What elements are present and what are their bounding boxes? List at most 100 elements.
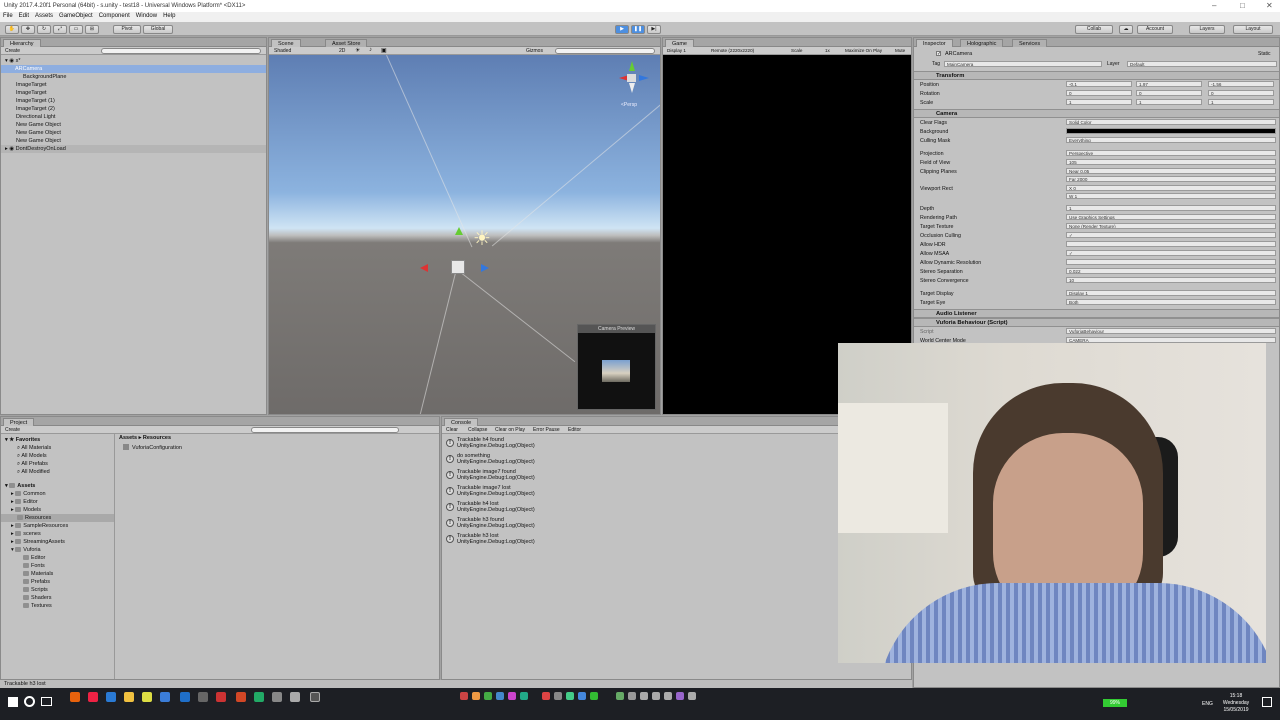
hierarchy-item[interactable]: ImageTarget xyxy=(1,89,266,97)
static-toggle[interactable]: Static xyxy=(1258,51,1271,57)
menu-component[interactable]: Component xyxy=(96,12,133,19)
unity-editor-icon[interactable] xyxy=(310,692,320,702)
create-dropdown[interactable]: Create xyxy=(5,48,20,54)
play-button[interactable]: ▶ xyxy=(615,25,629,34)
folder-item[interactable]: Editor xyxy=(1,554,114,562)
app-icon[interactable] xyxy=(106,692,116,702)
scene-search-input[interactable] xyxy=(555,48,655,54)
console-log-entry[interactable]: Trackable h3 lost UnityEngine.Debug:Log(O… xyxy=(457,533,535,545)
cortana-icon[interactable] xyxy=(24,696,35,707)
pivot-toggle[interactable]: Pivot xyxy=(113,25,141,34)
menu-edit[interactable]: Edit xyxy=(16,12,32,19)
file-explorer-icon[interactable] xyxy=(124,692,134,702)
tray-icon[interactable] xyxy=(616,692,624,700)
favorites-row[interactable]: ▾ ★ Favorites xyxy=(1,436,114,444)
scale-tool-icon[interactable]: ⤢ xyxy=(53,25,67,34)
gizmo-cube-icon[interactable] xyxy=(627,74,636,82)
powerpoint-icon[interactable] xyxy=(236,692,246,702)
favorite-item[interactable]: ⌕ All Modified xyxy=(1,468,114,476)
camera-field-value[interactable]: 1 xyxy=(1066,205,1276,211)
whatsapp-icon[interactable] xyxy=(590,692,598,700)
menu-file[interactable]: File xyxy=(0,12,16,19)
favorite-item[interactable]: ⌕ All Materials xyxy=(1,444,114,452)
display-dropdown[interactable]: Display 1 xyxy=(667,48,686,53)
tray-icon[interactable] xyxy=(520,692,528,700)
rotate-tool-icon[interactable]: ↻ xyxy=(37,25,51,34)
console-log-entry[interactable]: Trackable h3 found UnityEngine.Debug:Log(… xyxy=(457,517,535,529)
global-toggle[interactable]: Global xyxy=(143,25,173,34)
camera-field-value[interactable]: 105 xyxy=(1066,159,1276,165)
move-tool-icon[interactable]: ✥ xyxy=(21,25,35,34)
x-axis-handle-icon[interactable] xyxy=(420,264,428,272)
camera-field-value[interactable]: X 0 xyxy=(1066,185,1276,191)
directional-light-icon[interactable]: ☀ xyxy=(473,226,491,251)
tab-holographic[interactable]: Holographic xyxy=(960,39,1004,47)
tag-dropdown[interactable]: MainCamera xyxy=(944,61,1102,67)
tab-inspector[interactable]: Inspector xyxy=(916,39,953,47)
tray-icon[interactable] xyxy=(508,692,516,700)
rotation-y[interactable]: 0 xyxy=(1136,90,1202,96)
camera-field-value[interactable]: Everything xyxy=(1066,137,1276,143)
rect-tool-icon[interactable]: ▭ xyxy=(69,25,83,34)
pause-button[interactable]: ❚❚ xyxy=(631,25,645,34)
scale-x[interactable]: 1 xyxy=(1066,99,1132,105)
breadcrumb-item[interactable]: Resources xyxy=(143,435,171,441)
z-axis-handle-icon[interactable] xyxy=(481,264,489,272)
camera-field-value[interactable]: Display 1 xyxy=(1066,290,1276,296)
y-axis-handle-icon[interactable] xyxy=(455,227,463,235)
hierarchy-item[interactable]: ImageTarget (2) xyxy=(1,105,266,113)
camera-field-value[interactable]: W 1 xyxy=(1066,193,1276,199)
camera-field-value[interactable]: Solid Color xyxy=(1066,119,1276,125)
hierarchy-item[interactable]: New Game Object xyxy=(1,137,266,145)
menu-window[interactable]: Window xyxy=(133,12,160,19)
gizmo-neg-y-icon[interactable] xyxy=(629,83,635,93)
close-icon[interactable]: ✕ xyxy=(1266,1,1273,10)
light-toggle-icon[interactable]: ☀ xyxy=(355,47,360,54)
dontdestroy-row[interactable]: ▸ ◉ DontDestroyOnLoad xyxy=(1,145,266,153)
tray-icon[interactable] xyxy=(484,692,492,700)
tray-icon[interactable] xyxy=(652,692,660,700)
cloud-icon[interactable]: ☁ xyxy=(1119,25,1133,34)
folder-item[interactable]: Fonts xyxy=(1,562,114,570)
favorite-item[interactable]: ⌕ All Prefabs xyxy=(1,460,114,468)
tab-hierarchy[interactable]: Hierarchy xyxy=(3,39,41,47)
editor-dropdown[interactable]: Editor xyxy=(568,427,581,433)
menu-help[interactable]: Help xyxy=(160,12,178,19)
task-view-icon[interactable] xyxy=(41,697,52,706)
folder-item-selected[interactable]: Resources xyxy=(1,514,114,522)
tab-project[interactable]: Project xyxy=(3,418,35,426)
scene-row[interactable]: ▾ ◉ s* xyxy=(1,57,266,65)
scale-z[interactable]: 1 xyxy=(1208,99,1274,105)
folder-item[interactable]: Materials xyxy=(1,570,114,578)
tray-icon[interactable] xyxy=(496,692,504,700)
minimize-icon[interactable]: – xyxy=(1212,1,1216,10)
camera-field-value[interactable]: Both xyxy=(1066,299,1276,305)
language-indicator[interactable]: ENG xyxy=(1202,701,1213,707)
folder-item[interactable]: ▸ StreamingAssets xyxy=(1,538,114,546)
folder-item[interactable]: ▸ scenes xyxy=(1,530,114,538)
asset-file-item[interactable]: VuforiaConfiguration xyxy=(123,444,283,452)
rotation-x[interactable]: 0 xyxy=(1066,90,1132,96)
hierarchy-item[interactable]: ImageTarget xyxy=(1,81,266,89)
error-pause-button[interactable]: Error Pause xyxy=(533,427,560,433)
audio-listener-header[interactable]: Audio Listener xyxy=(914,309,1279,318)
audio-toggle-icon[interactable]: ♪ xyxy=(369,47,372,53)
folder-item[interactable]: Scripts xyxy=(1,586,114,594)
app-icon[interactable] xyxy=(142,692,152,702)
camera-field-value[interactable]: Use Graphics Settings xyxy=(1066,214,1276,220)
position-z[interactable]: -1.56 xyxy=(1208,81,1274,87)
gizmos-dropdown[interactable]: Gizmos xyxy=(526,48,543,54)
camera-field-value[interactable] xyxy=(1066,128,1276,134)
camera-header[interactable]: Camera xyxy=(914,109,1279,118)
layout-button[interactable]: Layout xyxy=(1233,25,1273,34)
tray-icon[interactable] xyxy=(578,692,586,700)
transform-tool-icon[interactable]: ⊞ xyxy=(85,25,99,34)
console-log-entry[interactable]: Trackable image7 found UnityEngine.Debug:… xyxy=(457,469,535,481)
tab-services[interactable]: Services xyxy=(1012,39,1048,47)
project-create-dropdown[interactable]: Create xyxy=(5,427,20,433)
camera-field-value[interactable]: 0.022 xyxy=(1066,268,1276,274)
tray-icon[interactable] xyxy=(664,692,672,700)
camera-field-value[interactable]: Near 0.05 xyxy=(1066,168,1276,174)
scene-viewport[interactable]: ☀ <Persp Camera Preview xyxy=(269,55,660,414)
menu-gameobject[interactable]: GameObject xyxy=(56,12,96,19)
